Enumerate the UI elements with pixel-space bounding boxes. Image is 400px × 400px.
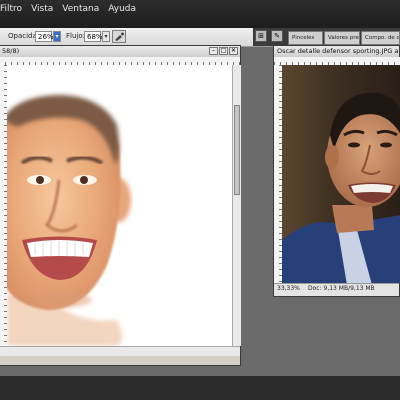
flow-dropdown-arrow[interactable]: ▾ — [102, 31, 110, 42]
document-title: 58/8) — [0, 46, 240, 57]
status-bar: 33,33% Doc: 9,13 MB/9,13 MB — [274, 283, 399, 296]
brush-panel-icon[interactable]: ✎ — [271, 30, 283, 42]
document-window-caricature[interactable]: 58/8) – □ ✕ — [0, 45, 241, 366]
menu-bar: Filtro Vista Ventana Ayuda — [0, 0, 400, 28]
menu-vista[interactable]: Vista — [31, 4, 53, 14]
horizontal-scrollbar[interactable] — [0, 346, 240, 356]
caricature-image — [7, 95, 131, 346]
maximize-icon[interactable]: □ — [219, 47, 228, 55]
tab-pinceles[interactable]: Pinceles — [288, 31, 323, 45]
window-controls: – □ ✕ — [209, 47, 238, 55]
menu-filtro[interactable]: Filtro — [0, 4, 22, 14]
flow-label: Flujo: — [66, 32, 85, 40]
airbrush-icon[interactable] — [112, 30, 126, 43]
tab-compo-cap[interactable]: Compo. de cap... — [361, 31, 400, 45]
flow-field[interactable]: 68% — [84, 31, 103, 42]
zoom-level[interactable]: 33,33% — [277, 284, 300, 294]
main-menu: Filtro Vista Ventana Ayuda — [0, 4, 136, 14]
minimize-icon[interactable]: – — [209, 47, 218, 55]
document-title: Oscar detalle defensor sporting.JPG al 3… — [274, 46, 399, 57]
menu-ventana[interactable]: Ventana — [62, 4, 99, 14]
vertical-scrollbar[interactable] — [232, 65, 241, 346]
reference-photo — [282, 65, 400, 285]
tab-valores-prest[interactable]: Valores prest... — [324, 31, 360, 45]
caricature-canvas[interactable] — [7, 65, 232, 346]
scrollbar-thumb[interactable] — [234, 105, 240, 195]
opacity-dropdown-arrow[interactable]: ▾ — [53, 31, 61, 42]
document-window-photo[interactable]: Oscar detalle defensor sporting.JPG al 3… — [273, 45, 400, 297]
tablet-pressure-icon[interactable]: ⊞ — [255, 30, 267, 42]
photo-canvas[interactable] — [282, 65, 400, 285]
taskbar — [0, 376, 400, 400]
close-icon[interactable]: ✕ — [229, 47, 238, 55]
panel-dock: ⊞ ✎ Pinceles Valores prest... Compo. de … — [253, 28, 400, 46]
menu-ayuda[interactable]: Ayuda — [108, 4, 136, 14]
document-size: Doc: 9,13 MB/9,13 MB — [308, 285, 375, 292]
opacity-field[interactable]: 26% — [35, 31, 54, 42]
